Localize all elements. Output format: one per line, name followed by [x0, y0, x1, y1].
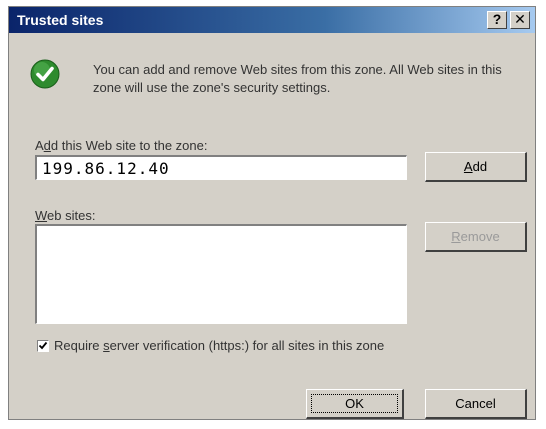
- close-button[interactable]: ✕: [510, 11, 530, 29]
- cancel-button[interactable]: Cancel: [425, 389, 527, 419]
- site-url-input[interactable]: [35, 155, 407, 180]
- web-sites-label: Web sites:: [35, 208, 96, 223]
- check-circle-icon: [30, 59, 60, 89]
- ok-button[interactable]: OK: [306, 389, 404, 419]
- require-verification-checkbox[interactable]: [37, 340, 49, 352]
- focus-rectangle: [311, 394, 398, 413]
- close-icon: ✕: [514, 11, 526, 27]
- intro-text: You can add and remove Web sites from th…: [93, 62, 502, 95]
- web-sites-list[interactable]: [35, 224, 407, 324]
- trusted-sites-dialog: Trusted sites ? ✕ You can add and remove…: [8, 6, 536, 420]
- checkmark-icon: [38, 341, 48, 350]
- add-site-label: Add this Web site to the zone:: [35, 138, 208, 153]
- add-button[interactable]: Add: [425, 152, 527, 182]
- remove-button[interactable]: Remove: [425, 222, 527, 252]
- title-bar[interactable]: Trusted sites ? ✕: [9, 7, 535, 33]
- help-button[interactable]: ?: [487, 11, 507, 29]
- window-title: Trusted sites: [17, 12, 104, 28]
- require-verification-label[interactable]: Require server verification (https:) for…: [54, 338, 384, 353]
